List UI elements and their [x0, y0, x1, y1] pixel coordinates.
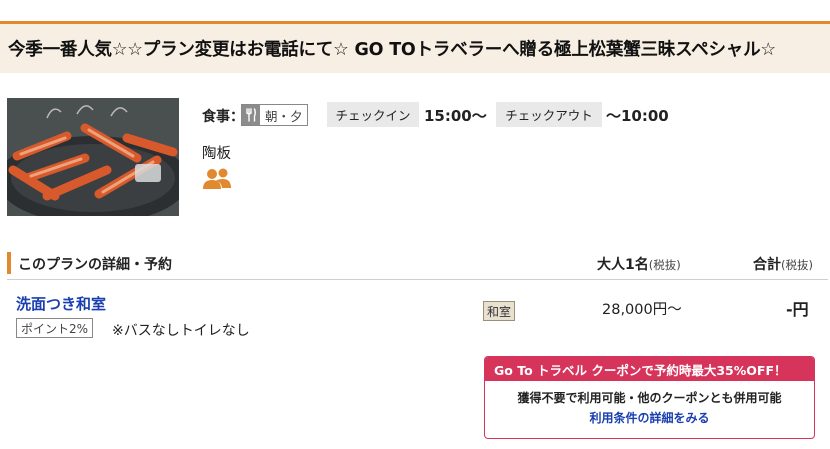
people-icon [202, 167, 232, 191]
plan-title-bar: 今季一番人気☆☆プラン変更はお電話にて☆ GO TOトラベラーへ贈る極上松葉蟹三… [0, 24, 830, 73]
coupon-header: Go To トラベル クーポンで予約時最大35%OFF！ [485, 357, 814, 381]
total-tax-note: (税抜) [781, 258, 813, 272]
checkout-label: チェックアウト [496, 102, 602, 127]
checkin-time: 15:00〜 [424, 107, 487, 125]
section-title: このプランの詳細・予約 [18, 257, 172, 273]
total-price: -円 [786, 300, 809, 319]
coupon-box: Go To トラベル クーポンで予約時最大35%OFF！ 獲得不要で利用可能・他… [484, 356, 815, 439]
fork-knife-icon [242, 105, 260, 125]
checkin-label: チェックイン [327, 102, 419, 127]
meal-badge: 朝・夕 [241, 104, 308, 126]
adult-tax-note: (税抜) [648, 258, 681, 272]
meal-label: 食事： [202, 109, 244, 125]
adult-label: 大人1名 [597, 257, 649, 273]
coupon-terms-link[interactable]: 利用条件の詳細をみる [485, 409, 814, 426]
room-type-badge: 和室 [483, 301, 516, 321]
plan-photo[interactable] [7, 98, 179, 216]
total-column-header: 合計(税抜) [753, 254, 813, 274]
point-badge: ポイント2% [16, 318, 94, 338]
adult-price-column-header: 大人1名(税抜) [597, 254, 681, 274]
coupon-description: 獲得不要で利用可能・他のクーポンとも併用可能 [517, 391, 782, 405]
checkout-time: 〜10:00 [606, 107, 669, 125]
section-accent-bar [7, 252, 11, 274]
room-notes: ※バスなしトイレなし [112, 323, 250, 339]
room-feature: 陶板 [202, 146, 231, 162]
adult-price: 28,000円〜 [602, 302, 682, 318]
room-name-link[interactable]: 洗面つき和室 [16, 293, 106, 314]
meal-value: 朝・夕 [265, 108, 303, 124]
total-label: 合計 [753, 257, 781, 273]
plan-title: 今季一番人気☆☆プラン変更はお電話にて☆ GO TOトラベラーへ贈る極上松葉蟹三… [8, 40, 776, 60]
plan-detail-section-header: このプランの詳細・予約 大人1名(税抜) 合計(税抜) [7, 248, 828, 280]
